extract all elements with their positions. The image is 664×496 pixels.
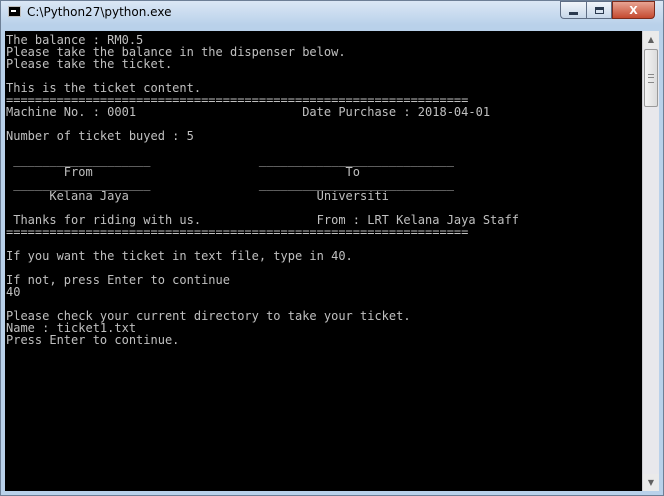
console-line: Kelana Jaya Universiti [6, 189, 389, 203]
console-line: ========================================… [6, 225, 469, 239]
console-line: If not, press Enter to continue [6, 273, 230, 287]
chevron-down-icon: ▼ [647, 478, 655, 487]
chevron-up-icon: ▲ [647, 35, 655, 44]
title-bar[interactable]: C:\Python27\python.exe X [1, 1, 663, 25]
maximize-button[interactable] [586, 1, 612, 19]
scrollbar-thumb[interactable] [644, 49, 658, 107]
console-text: The balance : RM0.5 Please take the balan… [5, 31, 642, 346]
console-output[interactable]: The balance : RM0.5 Please take the balan… [5, 31, 642, 491]
maximize-icon [594, 6, 604, 14]
console-line: 40 [6, 285, 21, 299]
minimize-button[interactable] [560, 1, 586, 19]
console-window: C:\Python27\python.exe X The balance : R… [0, 0, 664, 496]
grip-icon [648, 74, 654, 83]
scroll-up-button[interactable]: ▲ [643, 31, 659, 48]
vertical-scrollbar[interactable]: ▲ ▼ [642, 31, 659, 491]
close-button[interactable]: X [612, 1, 655, 19]
console-line: Number of ticket buyed : 5 [6, 129, 194, 143]
console-icon [8, 6, 21, 17]
console-line: If you want the ticket in text file, typ… [6, 249, 353, 263]
scroll-down-button[interactable]: ▼ [643, 474, 659, 491]
console-line: Please take the ticket. [6, 57, 173, 71]
close-icon: X [629, 3, 638, 17]
console-line: Machine No. : 0001 Date Purchase : 2018-… [6, 105, 491, 119]
minimize-icon [569, 11, 578, 15]
window-title: C:\Python27\python.exe [27, 5, 172, 19]
console-line: Press Enter to continue. [6, 333, 180, 347]
window-controls: X [560, 1, 655, 19]
